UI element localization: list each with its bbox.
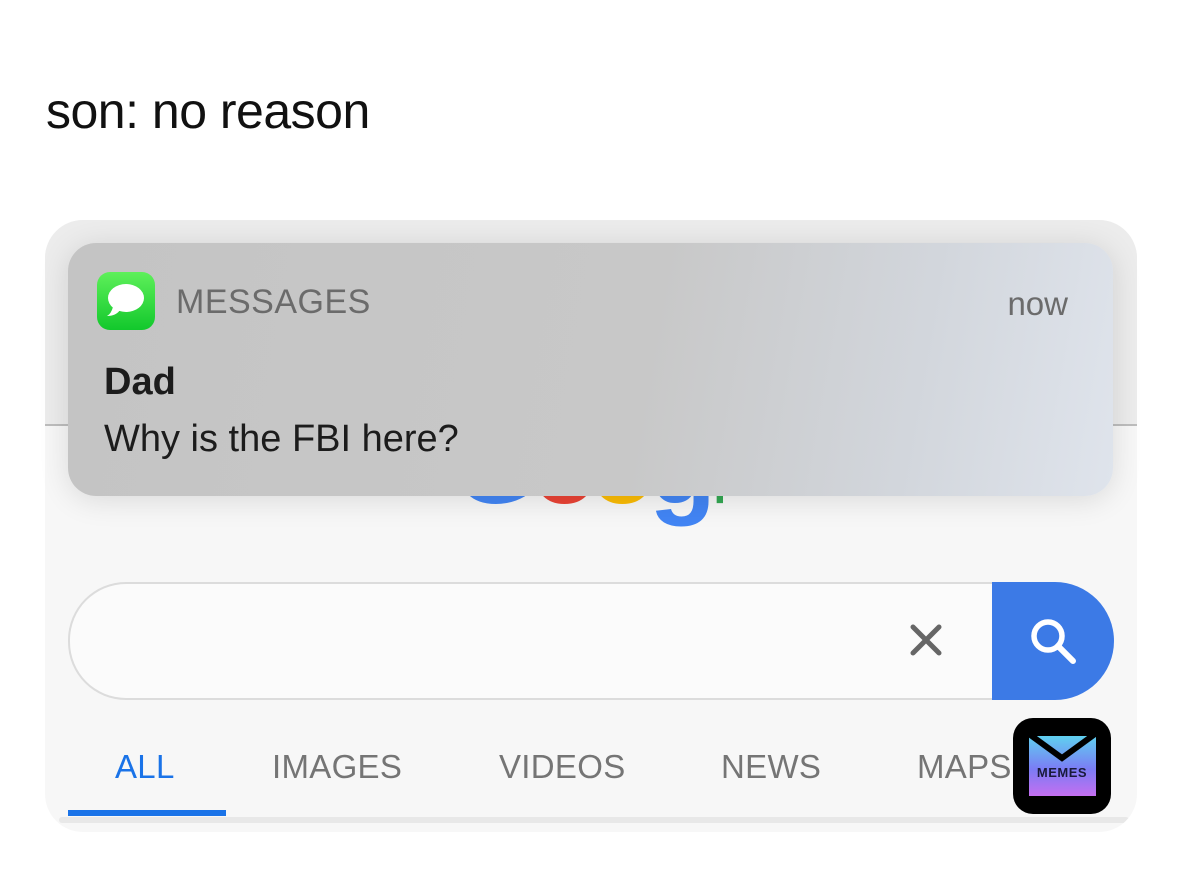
search-icon xyxy=(1031,619,1076,664)
meme-caption: son: no reason xyxy=(46,83,370,139)
memes-watermark: MEMES xyxy=(1013,718,1111,814)
messages-bubble-icon xyxy=(97,272,155,330)
memes-logo-icon xyxy=(1027,732,1097,762)
clear-search-button[interactable] xyxy=(904,618,948,662)
search-bar xyxy=(68,582,1114,700)
notification-message: Why is the FBI here? xyxy=(104,418,459,460)
active-tab-indicator xyxy=(68,810,226,816)
notification-app-name: MESSAGES xyxy=(176,283,371,321)
notification-time: now xyxy=(1007,285,1068,322)
search-tabs: ALL IMAGES VIDEOS NEWS MAPS xyxy=(45,740,1137,820)
notification-sender: Dad xyxy=(104,361,176,403)
message-notification[interactable]: MESSAGES now Dad Why is the FBI here? xyxy=(68,243,1113,496)
tab-maps[interactable]: MAPS xyxy=(917,748,1012,786)
search-input[interactable] xyxy=(68,582,994,700)
search-button[interactable] xyxy=(992,582,1114,700)
tab-videos[interactable]: VIDEOS xyxy=(499,748,626,786)
tab-all[interactable]: ALL xyxy=(115,748,175,786)
tabs-divider xyxy=(59,817,1129,823)
memes-logo-label: MEMES xyxy=(1036,765,1088,780)
close-icon xyxy=(910,624,942,656)
tab-news[interactable]: NEWS xyxy=(721,748,821,786)
tab-images[interactable]: IMAGES xyxy=(272,748,402,786)
